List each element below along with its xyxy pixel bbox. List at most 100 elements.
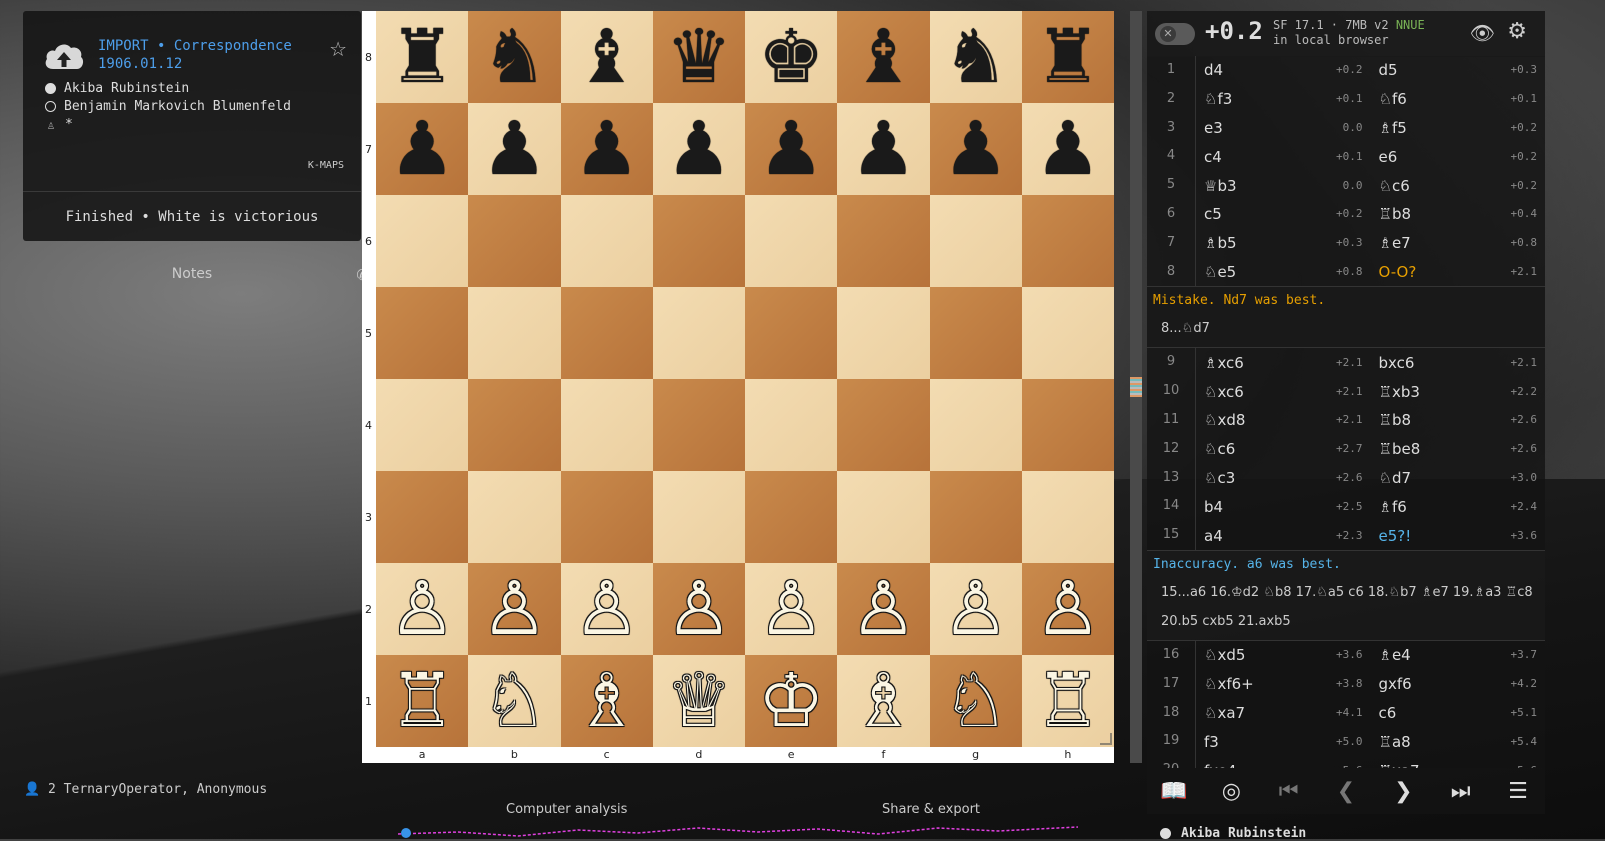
square-c1[interactable]: ♗ [560,655,653,747]
gear-icon[interactable]: ⚙ [1507,19,1527,44]
import-label[interactable]: IMPORT • Correspondence [98,37,292,55]
first-move-button[interactable]: ⏮ [1272,779,1306,804]
black-move[interactable]: d5 +0.3 [1371,61,1546,79]
white-move[interactable]: f3 +5.0 [1196,733,1371,751]
black-move[interactable]: O-O? +2.1 [1371,263,1546,281]
square-a8[interactable]: ♜ [376,11,469,103]
square-g2[interactable]: ♙ [929,563,1022,655]
square-c8[interactable]: ♝ [560,11,653,103]
square-d3[interactable] [652,471,745,563]
black-move[interactable]: ♖b8 +0.4 [1371,205,1546,223]
square-h2[interactable]: ♙ [1021,563,1114,655]
last-move-button[interactable]: ⏭ [1444,779,1478,804]
book-icon[interactable]: 📖 [1157,779,1191,804]
kmaps-label[interactable]: K-MAPS [308,160,344,171]
white-move[interactable]: ♘xd8 +2.1 [1196,411,1371,429]
white-move[interactable]: ♘xc6 +2.1 [1196,383,1371,401]
square-g1[interactable]: ♘ [929,655,1022,747]
square-c2[interactable]: ♙ [560,563,653,655]
square-d8[interactable]: ♛ [652,11,745,103]
chess-piece[interactable]: ♚ [758,20,824,94]
square-e7[interactable]: ♟ [745,103,838,195]
black-move[interactable]: ♖be8 +2.6 [1371,440,1546,458]
square-f3[interactable] [837,471,930,563]
black-move[interactable]: ♗f5 +0.2 [1371,119,1546,137]
square-h7[interactable]: ♟ [1021,103,1114,195]
variation-line[interactable]: 20.b5 cxb5 21.axb5 [1153,607,1539,636]
white-move[interactable]: c5 +0.2 [1196,205,1371,223]
chess-piece[interactable]: ♝ [850,20,916,94]
square-e8[interactable]: ♚ [745,11,838,103]
chess-piece[interactable]: ♟ [666,112,732,186]
chess-piece[interactable]: ♟ [573,112,639,186]
notes-label[interactable]: Notes [23,266,361,282]
notes-panel[interactable]: Notes ✆ [23,258,369,288]
menu-button[interactable]: ☰ [1501,779,1535,804]
chess-piece[interactable]: ♗ [573,664,639,738]
square-h4[interactable] [1021,379,1114,471]
square-c4[interactable] [560,379,653,471]
chess-piece[interactable]: ♟ [389,112,455,186]
square-d2[interactable]: ♙ [652,563,745,655]
eye-icon[interactable]: 👁 [1470,21,1495,45]
white-move[interactable]: a4 +2.3 [1196,527,1371,545]
black-move[interactable]: e5?! +3.6 [1371,527,1546,545]
star-icon[interactable]: ☆ [329,37,347,61]
chess-piece[interactable]: ♝ [573,20,639,94]
chess-piece[interactable]: ♙ [573,572,639,646]
square-b5[interactable] [468,287,561,379]
chess-piece[interactable]: ♙ [1035,572,1101,646]
chess-board[interactable]: ♜ ♞ ♝ ♛ ♚ ♝ ♞ ♜ ♟ ♟ ♟ ♟ ♟ ♟ ♟ ♟ ♙ ♙ ♙ ♙ ♙ ♙ ♙ ♙ ♖ ♘ ♗ ♕ ♔ ♗ ♘ ♖ [376,11,1114,747]
square-e2[interactable]: ♙ [745,563,838,655]
chess-piece[interactable]: ♟ [481,112,547,186]
white-player-name[interactable]: Akiba Rubinstein [64,81,189,96]
chess-piece[interactable]: ♙ [758,572,824,646]
square-a3[interactable] [376,471,469,563]
chess-piece[interactable]: ♘ [481,664,547,738]
black-player-name[interactable]: Benjamin Markovich Blumenfeld [64,99,291,114]
square-b8[interactable]: ♞ [468,11,561,103]
square-h8[interactable]: ♜ [1021,11,1114,103]
square-h3[interactable] [1021,471,1114,563]
prev-move-button[interactable]: ❮ [1329,779,1363,804]
chess-piece[interactable]: ♖ [389,664,455,738]
square-e5[interactable] [745,287,838,379]
advantage-chart[interactable] [378,824,1108,839]
square-h5[interactable] [1021,287,1114,379]
black-move[interactable]: c6 +5.1 [1371,704,1546,722]
engine-toggle[interactable]: ✕ [1155,23,1195,45]
variation-line[interactable]: 8...♘d7 [1153,314,1539,343]
square-h6[interactable] [1021,195,1114,287]
chess-piece[interactable]: ♞ [481,20,547,94]
square-d1[interactable]: ♕ [652,655,745,747]
square-f1[interactable]: ♗ [837,655,930,747]
tab-computer-analysis[interactable]: Computer analysis [506,802,627,817]
white-move[interactable]: ♘c3 +2.6 [1196,469,1371,487]
square-f4[interactable] [837,379,930,471]
square-a1[interactable]: ♖ [376,655,469,747]
square-d5[interactable] [652,287,745,379]
square-d7[interactable]: ♟ [652,103,745,195]
chess-piece[interactable]: ♛ [666,20,732,94]
square-a5[interactable] [376,287,469,379]
square-g3[interactable] [929,471,1022,563]
square-g8[interactable]: ♞ [929,11,1022,103]
square-b3[interactable] [468,471,561,563]
square-a6[interactable] [376,195,469,287]
square-e3[interactable] [745,471,838,563]
chess-piece[interactable]: ♙ [942,572,1008,646]
chess-piece[interactable]: ♟ [758,112,824,186]
white-move[interactable]: ♘c6 +2.7 [1196,440,1371,458]
chess-piece[interactable]: ♖ [1035,664,1101,738]
square-b2[interactable]: ♙ [468,563,561,655]
square-b7[interactable]: ♟ [468,103,561,195]
white-move[interactable]: ♘e5 +0.8 [1196,263,1371,281]
white-move[interactable]: ♗b5 +0.3 [1196,234,1371,252]
white-move[interactable]: ♗xc6 +2.1 [1196,354,1371,372]
square-g4[interactable] [929,379,1022,471]
chess-piece[interactable]: ♘ [942,664,1008,738]
square-f5[interactable] [837,287,930,379]
square-g7[interactable]: ♟ [929,103,1022,195]
chess-piece[interactable]: ♙ [666,572,732,646]
square-c6[interactable] [560,195,653,287]
